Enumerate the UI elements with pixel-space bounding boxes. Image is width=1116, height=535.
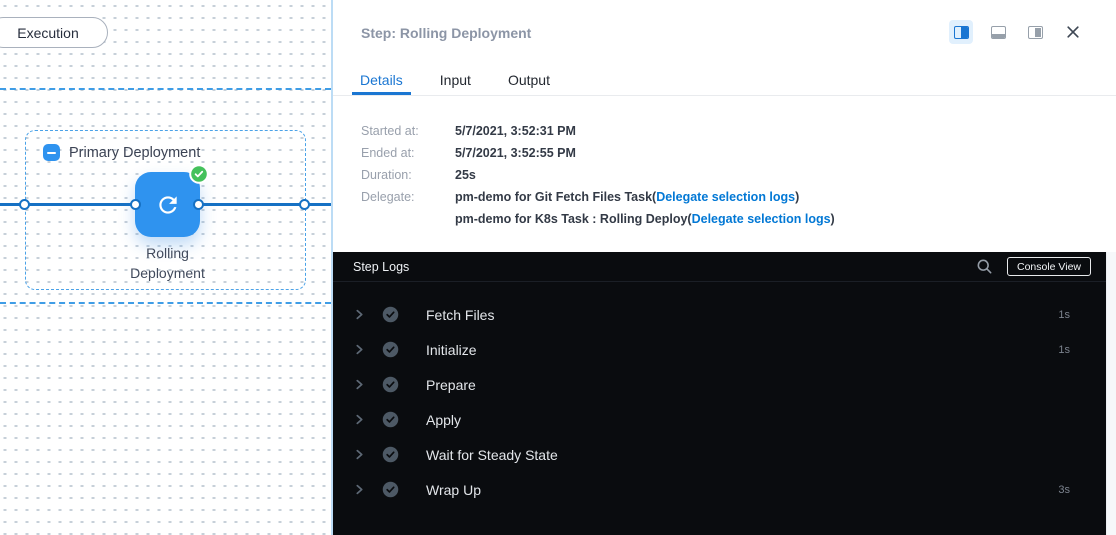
connector-port[interactable]: [19, 199, 30, 210]
chevron-right-icon[interactable]: [354, 484, 365, 495]
panel-controls: [949, 20, 1080, 44]
console-view-button[interactable]: Console View: [1007, 257, 1091, 276]
log-row-prepare[interactable]: Prepare: [333, 367, 1106, 402]
log-step-label: Initialize: [426, 342, 477, 358]
chevron-right-icon[interactable]: [354, 379, 365, 390]
check-circle-icon: [382, 411, 399, 428]
group-label: Primary Deployment: [69, 145, 200, 161]
tab-output[interactable]: Output: [500, 71, 558, 95]
layout-bottom-icon[interactable]: [986, 20, 1010, 44]
step-details-panel: Step: Rolling Deployment Details Input O…: [333, 0, 1116, 535]
tabs-separator: [333, 95, 1116, 96]
panel-title: Step: Rolling Deployment: [361, 25, 531, 41]
check-circle-icon: [382, 481, 399, 498]
detail-label: Duration:: [361, 168, 455, 182]
step-logs-header: Step Logs Console View: [333, 252, 1106, 282]
check-circle-icon: [382, 306, 399, 323]
search-icon[interactable]: [976, 258, 993, 275]
stage-boundary-line-top: [0, 88, 331, 90]
log-step-label: Prepare: [426, 377, 476, 393]
check-circle-icon: [382, 446, 399, 463]
logs-scrollbar[interactable]: [1106, 252, 1116, 535]
detail-row-started: Started at: 5/7/2021, 3:52:31 PM: [361, 124, 835, 138]
check-circle-icon: [382, 341, 399, 358]
tab-input[interactable]: Input: [432, 71, 479, 95]
layout-right-icon[interactable]: [1023, 20, 1047, 44]
log-step-duration: 3s: [1058, 484, 1070, 496]
delegate-selection-logs-link[interactable]: Delegate selection logs: [692, 212, 831, 226]
delegate-line: pm-demo for Git Fetch Files Task(Delegat…: [455, 190, 835, 204]
log-step-label: Fetch Files: [426, 307, 494, 323]
stage-boundary-line-bottom: [0, 302, 331, 304]
delegate-selection-logs-link[interactable]: Delegate selection logs: [656, 190, 795, 204]
panel-tabs: Details Input Output: [352, 71, 579, 95]
tab-details[interactable]: Details: [352, 71, 411, 95]
rolling-deployment-node[interactable]: [135, 172, 200, 237]
step-logs-title: Step Logs: [353, 260, 409, 274]
log-row-initialize[interactable]: Initialize 1s: [333, 332, 1106, 367]
detail-row-ended: Ended at: 5/7/2021, 3:52:55 PM: [361, 146, 835, 160]
log-step-duration: 1s: [1058, 309, 1070, 321]
node-label: Rolling Deployment: [102, 243, 233, 283]
detail-label: Delegate:: [361, 190, 455, 234]
layout-split-right-icon[interactable]: [949, 20, 973, 44]
pipeline-canvas[interactable]: Execution Primary Deployment Rolling Dep…: [0, 0, 333, 535]
refresh-icon: [155, 192, 181, 218]
log-step-label: Apply: [426, 412, 461, 428]
log-row-wrap-up[interactable]: Wrap Up 3s: [333, 472, 1106, 507]
log-step-label: Wait for Steady State: [426, 447, 558, 463]
chevron-right-icon[interactable]: [354, 449, 365, 460]
minus-icon[interactable]: [43, 144, 60, 161]
detail-label: Started at:: [361, 124, 455, 138]
step-logs-section: Step Logs Console View Fetch Files 1s In…: [333, 252, 1106, 535]
detail-value: 5/7/2021, 3:52:55 PM: [455, 146, 576, 160]
detail-label: Ended at:: [361, 146, 455, 160]
delegate-line: pm-demo for K8s Task : Rolling Deploy(De…: [455, 212, 835, 226]
log-step-duration: 1s: [1058, 344, 1070, 356]
connector-port[interactable]: [299, 199, 310, 210]
connector-port[interactable]: [130, 199, 141, 210]
execution-tab-label: Execution: [17, 25, 78, 41]
connector-port[interactable]: [193, 199, 204, 210]
details-section: Started at: 5/7/2021, 3:52:31 PM Ended a…: [361, 124, 835, 242]
execution-tab[interactable]: Execution: [0, 17, 108, 48]
close-icon[interactable]: [1066, 25, 1080, 39]
chevron-right-icon[interactable]: [354, 309, 365, 320]
chevron-right-icon[interactable]: [354, 414, 365, 425]
detail-row-duration: Duration: 25s: [361, 168, 835, 182]
log-row-fetch-files[interactable]: Fetch Files 1s: [333, 297, 1106, 332]
log-step-label: Wrap Up: [426, 482, 481, 498]
log-row-wait-steady-state[interactable]: Wait for Steady State: [333, 437, 1106, 472]
detail-row-delegate: Delegate: pm-demo for Git Fetch Files Ta…: [361, 190, 835, 234]
detail-value: 25s: [455, 168, 476, 182]
log-row-apply[interactable]: Apply: [333, 402, 1106, 437]
log-rows: Fetch Files 1s Initialize 1s Prepare: [333, 282, 1106, 507]
app-root: Execution Primary Deployment Rolling Dep…: [0, 0, 1116, 535]
group-header: Primary Deployment: [43, 144, 200, 161]
success-check-badge: [189, 164, 209, 184]
chevron-right-icon[interactable]: [354, 344, 365, 355]
check-circle-icon: [382, 376, 399, 393]
detail-value: 5/7/2021, 3:52:31 PM: [455, 124, 576, 138]
